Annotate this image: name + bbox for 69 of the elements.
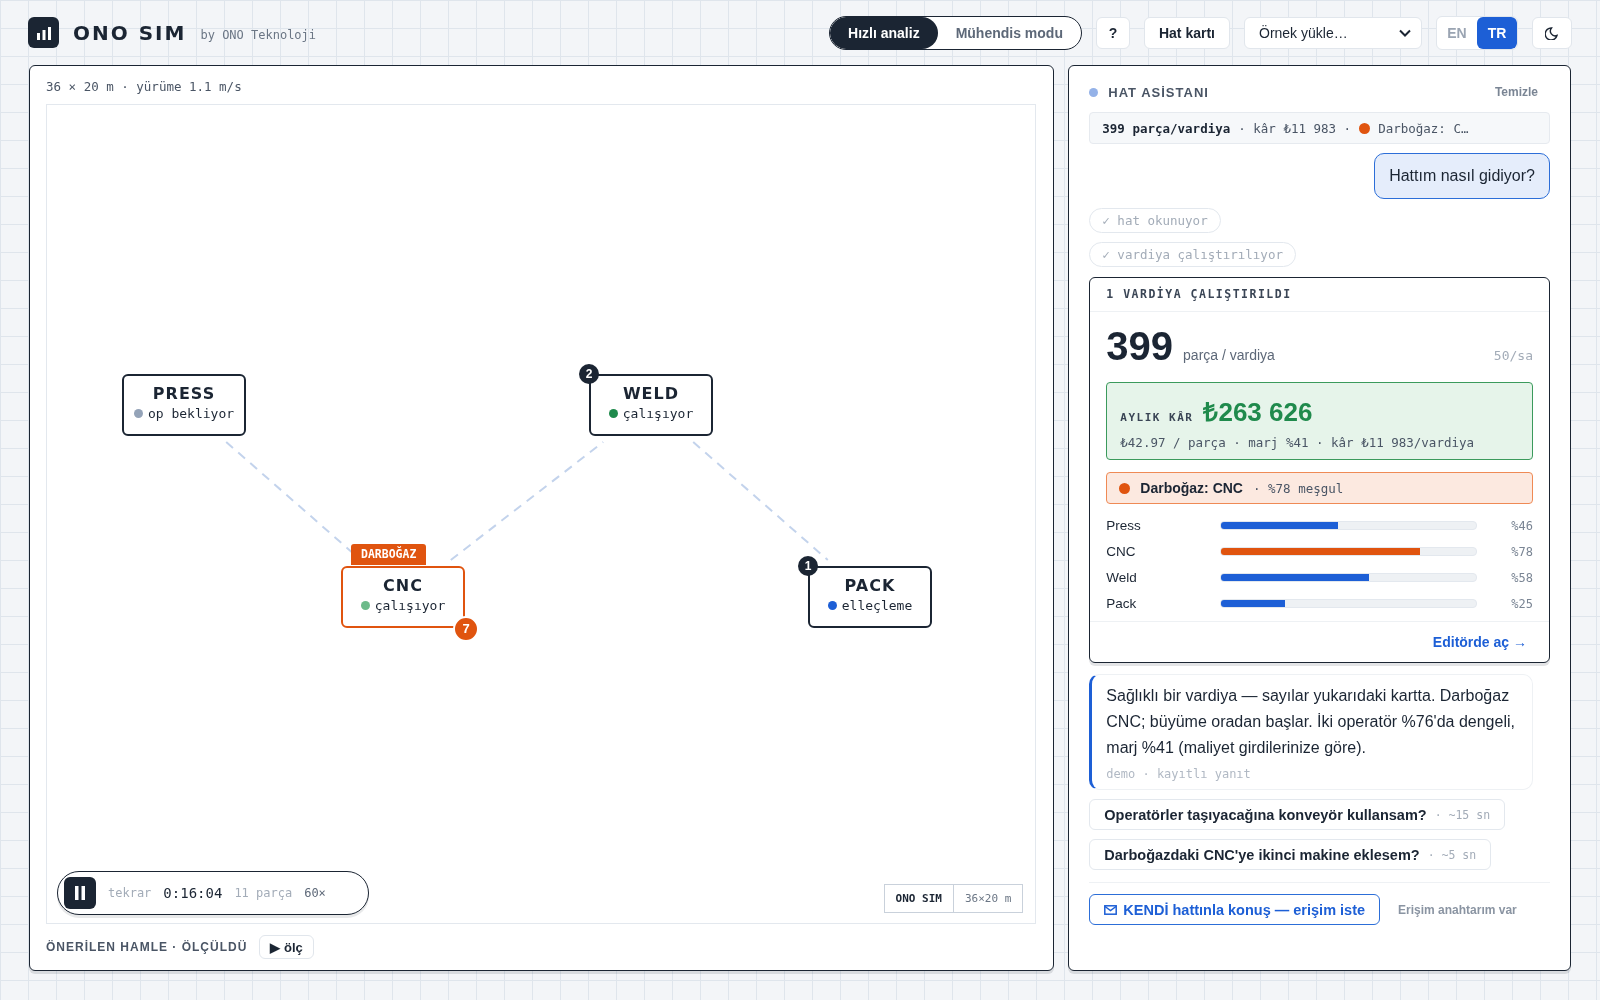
- hourly-rate: 50/sa: [1493, 348, 1533, 363]
- mail-icon: [1104, 904, 1118, 915]
- station-status: çalışıyor: [622, 405, 694, 421]
- utilization-reading: %78: [1510, 544, 1533, 559]
- utilization-reading: %25: [1510, 596, 1533, 611]
- moon-icon: [1545, 25, 1559, 40]
- station-node[interactable]: PRESS op bekliyor: [122, 373, 246, 436]
- station-label: Weld: [1106, 570, 1138, 585]
- profit-label: AYLIK KÂR: [1120, 411, 1194, 424]
- stamp-size: 36×20 m: [963, 891, 1013, 908]
- suggested-move-label: ÖNERİLEN HAMLE · ÖLÇÜLDÜ: [46, 940, 248, 954]
- bar-chart-icon: [35, 25, 52, 40]
- status-dot: [1089, 87, 1099, 97]
- speed-label: 60×: [304, 886, 326, 901]
- assistant-title: HAT ASİSTANI: [1108, 84, 1209, 100]
- bottleneck-dot: [1359, 122, 1371, 134]
- line-card-button[interactable]: Hat kartı: [1143, 16, 1230, 49]
- user-message: Hattım nasıl gidiyor?: [1374, 153, 1550, 199]
- station-status: çalışıyor: [374, 597, 446, 613]
- station-label: Press: [1106, 518, 1142, 533]
- station-status: elleçleme: [841, 597, 913, 613]
- measure-button[interactable]: ▶ ölç: [259, 935, 314, 959]
- throughput-text: 399 parça/vardiya: [1102, 120, 1231, 136]
- reply-meta: demo · kayıtlı yanıt: [1106, 767, 1252, 781]
- station-name: WELD: [622, 383, 680, 403]
- bottleneck-detail: · %78 meşgul: [1253, 480, 1344, 496]
- pause-button[interactable]: [64, 877, 96, 910]
- bottleneck-tag: DARBOĞAZ: [351, 543, 427, 565]
- playback-mode: tekrar: [108, 886, 152, 901]
- bottleneck-name: Darboğaz: CNC: [1140, 480, 1243, 496]
- station-label: CNC: [1106, 544, 1137, 559]
- suggestion-button[interactable]: Operatörler taşıyacağına konveyör kullansam? · ~15 sn: [1089, 799, 1506, 830]
- playback-clock: 0:16:04: [163, 885, 223, 902]
- chevron-down-icon: [1399, 28, 1411, 37]
- clear-button[interactable]: Temizle: [1494, 85, 1550, 99]
- bottleneck-dot: [1119, 482, 1131, 494]
- station-label: Pack: [1106, 596, 1138, 611]
- floor-caption: 36 × 20 m · yürüme 1.1 m/s: [46, 78, 243, 96]
- suggestion-button[interactable]: Darboğazdaki CNC'ye ikinci makine eklesem? · ~5 sn: [1089, 839, 1492, 870]
- help-button[interactable]: ?: [1095, 16, 1130, 49]
- queue-count-badge: 7: [453, 615, 479, 642]
- open-in-editor-link[interactable]: Editörde aç →: [1432, 634, 1527, 650]
- app-name: ONO SIM: [73, 20, 187, 45]
- theme-button[interactable]: [1532, 16, 1572, 49]
- reply-text: Sağlıklı bir vardiya — sayılar yukarıdaki kartta. Darboğaz CNC; büyüme oradan başlar. İki operatör %76'da dengeli, marj %41 (maliyet girdilerinize göre).: [1106, 686, 1516, 758]
- station-name: CNC: [383, 575, 423, 595]
- pause-icon: [74, 886, 86, 901]
- mode-tab[interactable]: Mühendis modu: [937, 16, 1081, 49]
- station-name: PACK: [844, 575, 896, 595]
- utilization-reading: %58: [1510, 570, 1533, 585]
- result-title: 1 VARDİYA ÇALIŞTIRILDI: [1090, 278, 1549, 312]
- parts-count: 11 parça: [234, 886, 293, 901]
- operator-count-badge: 2: [579, 363, 599, 384]
- station-name: PRESS: [152, 383, 216, 403]
- profit-value: ₺263 626: [1203, 396, 1313, 429]
- station-status: op bekliyor: [147, 405, 235, 421]
- utilization-reading: %46: [1510, 518, 1533, 533]
- profit-detail: ₺42.97 / parça · marj %41 · kâr ₺11 983/vardiya: [1120, 435, 1476, 450]
- output-value: 399: [1106, 324, 1174, 369]
- byline: by ONO Teknoloji: [200, 27, 317, 42]
- bottleneck-text: Darboğaz: C…: [1378, 120, 1469, 136]
- request-access-button[interactable]: KENDİ hattınla konuş — erişim iste: [1089, 894, 1381, 925]
- profit-text: · kâr ₺11 983 ·: [1238, 120, 1352, 136]
- language-option[interactable]: TR: [1477, 16, 1517, 49]
- example-dropdown[interactable]: Örnek yükle…: [1244, 16, 1422, 49]
- operator-count-badge: 1: [798, 555, 818, 576]
- output-unit: parça / vardiya: [1183, 347, 1276, 363]
- stamp-brand: ONO SIM: [884, 885, 954, 913]
- mode-tab[interactable]: Hızlı analiz: [830, 16, 938, 49]
